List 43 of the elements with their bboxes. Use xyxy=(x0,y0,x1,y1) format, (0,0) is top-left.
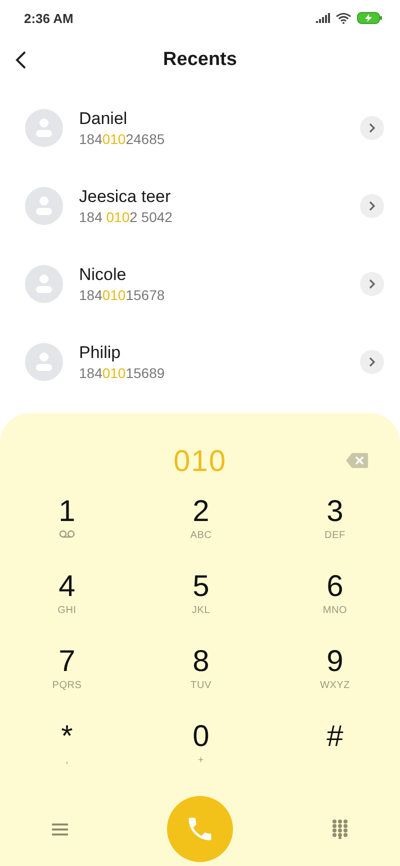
phone-number: 18401015689 xyxy=(79,365,166,381)
avatar-icon xyxy=(25,187,63,225)
page-title: Recents xyxy=(163,49,237,71)
avatar-icon xyxy=(25,343,63,381)
chevron-right-icon xyxy=(368,201,376,211)
dial-key[interactable]: 0 + xyxy=(134,718,268,793)
details-button[interactable] xyxy=(360,194,384,218)
menu-icon xyxy=(52,822,68,836)
dial-key[interactable]: * , xyxy=(0,718,134,793)
contact-name: Daniel xyxy=(79,109,128,129)
voicemail-icon xyxy=(59,530,75,538)
dial-key[interactable]: 5 JKL xyxy=(134,568,268,643)
dial-key[interactable]: 3 DEF xyxy=(268,493,400,568)
dialed-number: 010 xyxy=(173,445,227,479)
dial-key[interactable]: 1 xyxy=(0,493,134,568)
details-button[interactable] xyxy=(360,272,384,296)
chevron-right-icon xyxy=(368,357,376,367)
phone-number: 18401015678 xyxy=(79,287,166,303)
dial-key[interactable]: 2 ABC xyxy=(134,493,268,568)
back-icon xyxy=(14,50,28,70)
dialpad-icon xyxy=(332,819,348,839)
dial-key[interactable]: 7 PQRS xyxy=(0,643,134,718)
dial-key[interactable]: 6 MNO xyxy=(268,568,400,643)
dial-key[interactable]: 9 WXYZ xyxy=(268,643,400,718)
battery-icon xyxy=(357,12,382,24)
backspace-icon xyxy=(346,453,368,468)
contact-name: Philip xyxy=(79,343,122,363)
dial-key[interactable]: 8 TUV xyxy=(134,643,268,718)
avatar-icon xyxy=(25,109,63,147)
status-time: 2:36 AM xyxy=(24,10,74,26)
phone-number: 184 0102 5042 xyxy=(79,209,174,225)
dial-key[interactable]: # xyxy=(268,718,400,793)
chevron-right-icon xyxy=(368,123,376,133)
signal-icon xyxy=(316,13,330,23)
wifi-icon xyxy=(336,12,351,24)
contact-name: Nicole xyxy=(79,265,128,285)
chevron-right-icon xyxy=(368,279,376,289)
phone-number: 18401024685 xyxy=(79,131,166,147)
contact-name: Jeesica teer xyxy=(79,187,172,207)
dial-key[interactable]: 4 GHI xyxy=(0,568,134,643)
details-button[interactable] xyxy=(360,116,384,140)
avatar-icon xyxy=(25,265,63,303)
details-button[interactable] xyxy=(360,350,384,374)
